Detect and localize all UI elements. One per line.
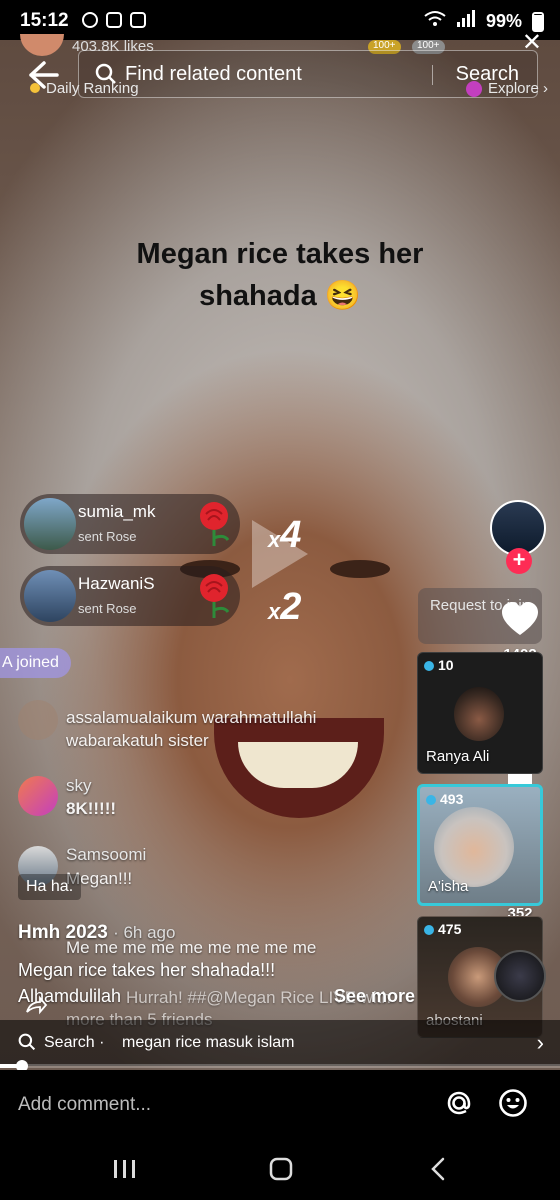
gift-multiplier: x4 bbox=[268, 514, 302, 556]
gift-sender: sumia_mk bbox=[78, 502, 156, 521]
whatsapp-icon bbox=[82, 12, 98, 28]
chevron-right-icon: › bbox=[536, 1030, 544, 1055]
status-time: 15:12 bbox=[20, 10, 69, 31]
share-arrow-icon bbox=[24, 994, 48, 1023]
guest-score-value: 10 bbox=[438, 657, 454, 673]
emoji-icon[interactable] bbox=[498, 1088, 528, 1123]
follow-plus-icon[interactable]: + bbox=[506, 548, 532, 574]
search-icon bbox=[18, 1033, 36, 1056]
explore-icon bbox=[465, 81, 482, 98]
avatar bbox=[18, 700, 58, 740]
comment-user: Samsoomi bbox=[66, 845, 147, 864]
home-icon[interactable] bbox=[268, 1156, 294, 1187]
back-icon[interactable] bbox=[428, 1156, 448, 1187]
joined-notice: A joined bbox=[0, 648, 71, 678]
diamond-icon bbox=[426, 795, 436, 805]
comment-input[interactable]: Add comment... bbox=[18, 1094, 151, 1116]
guest-score-value: 475 bbox=[438, 921, 462, 937]
guest-tile[interactable]: 493 A'isha bbox=[417, 784, 543, 906]
gift-notification: HazwaniS sent Rose bbox=[20, 566, 240, 626]
mention-icon[interactable] bbox=[444, 1088, 474, 1123]
ranking-icon bbox=[30, 83, 40, 93]
rose-gift-icon bbox=[194, 572, 234, 620]
wifi-icon bbox=[424, 10, 446, 33]
gift-sender: HazwaniS bbox=[78, 574, 155, 593]
diamond-icon bbox=[424, 925, 434, 935]
comment-text: Me me me me me me me me me bbox=[66, 938, 317, 957]
guest-name: Ranya Ali bbox=[426, 748, 490, 765]
daily-ranking-link[interactable]: Daily Ranking bbox=[30, 80, 139, 97]
comment-user: sky bbox=[66, 776, 92, 795]
gift-count-value: 4 bbox=[280, 514, 302, 556]
comment-text: assalamualaikum warahmatullahi bbox=[66, 708, 317, 727]
avatar bbox=[434, 807, 514, 887]
avatar bbox=[18, 776, 58, 816]
gift-count-value: 2 bbox=[280, 586, 302, 628]
battery-text: 99% bbox=[485, 11, 522, 31]
explore-link[interactable]: Explore › bbox=[465, 80, 548, 98]
gift-action: sent Rose bbox=[78, 601, 137, 616]
search-input[interactable]: Find related content bbox=[125, 63, 302, 86]
related-search-label: Search · bbox=[44, 1034, 105, 1051]
gift-multiplier: x2 bbox=[268, 586, 302, 628]
guest-score: 10 bbox=[424, 657, 454, 673]
see-more-link[interactable]: See more bbox=[334, 986, 415, 1007]
recent-apps-icon[interactable] bbox=[112, 1158, 138, 1185]
comment-text: 8K!!!!! bbox=[66, 799, 117, 818]
video-caption-line: shahada 😆 bbox=[199, 280, 361, 312]
heart-icon[interactable] bbox=[500, 600, 540, 640]
post-description: Megan rice takes her shahada!!! bbox=[18, 960, 276, 980]
guest-name: A'isha bbox=[428, 878, 469, 895]
comment-bar: Add comment... bbox=[0, 1070, 560, 1140]
daily-ranking-label: Daily Ranking bbox=[46, 80, 139, 97]
explore-label: Explore bbox=[487, 80, 539, 97]
signal-icon bbox=[456, 10, 476, 33]
live-stream-screen: 15:12 99% 403.8K likes 100+ 100+ ✕ Find … bbox=[0, 0, 560, 1200]
avatar bbox=[454, 687, 504, 741]
face-detail bbox=[330, 560, 390, 578]
avatar bbox=[24, 498, 76, 550]
guest-score: 493 bbox=[426, 791, 463, 807]
calendar-icon bbox=[130, 12, 146, 28]
gallery-icon bbox=[106, 12, 122, 28]
guest-score: 475 bbox=[424, 921, 461, 937]
search-divider bbox=[432, 65, 433, 85]
gift-action: sent Rose bbox=[78, 529, 137, 544]
creator-profile-picture[interactable] bbox=[494, 950, 546, 1002]
video-progress-bar[interactable] bbox=[0, 1064, 560, 1068]
related-search-query: megan rice masuk islam bbox=[122, 1034, 295, 1051]
diamond-icon bbox=[424, 661, 434, 671]
related-search-bar[interactable]: Search · megan rice masuk islam › bbox=[0, 1020, 560, 1066]
gift-notification: sumia_mk sent Rose bbox=[20, 494, 240, 554]
rose-gift-icon bbox=[194, 500, 234, 548]
comment-chip: Ha ha. bbox=[18, 874, 82, 900]
comment-text: wabarakatuh sister bbox=[66, 731, 209, 750]
guest-score-value: 493 bbox=[440, 791, 464, 807]
video-caption-line: Megan rice takes her bbox=[136, 238, 424, 270]
status-bar: 15:12 99% bbox=[0, 0, 560, 40]
guest-tile[interactable]: 10 Ranya Ali bbox=[417, 652, 543, 774]
avatar bbox=[24, 570, 76, 622]
system-nav-bar bbox=[0, 1140, 560, 1200]
